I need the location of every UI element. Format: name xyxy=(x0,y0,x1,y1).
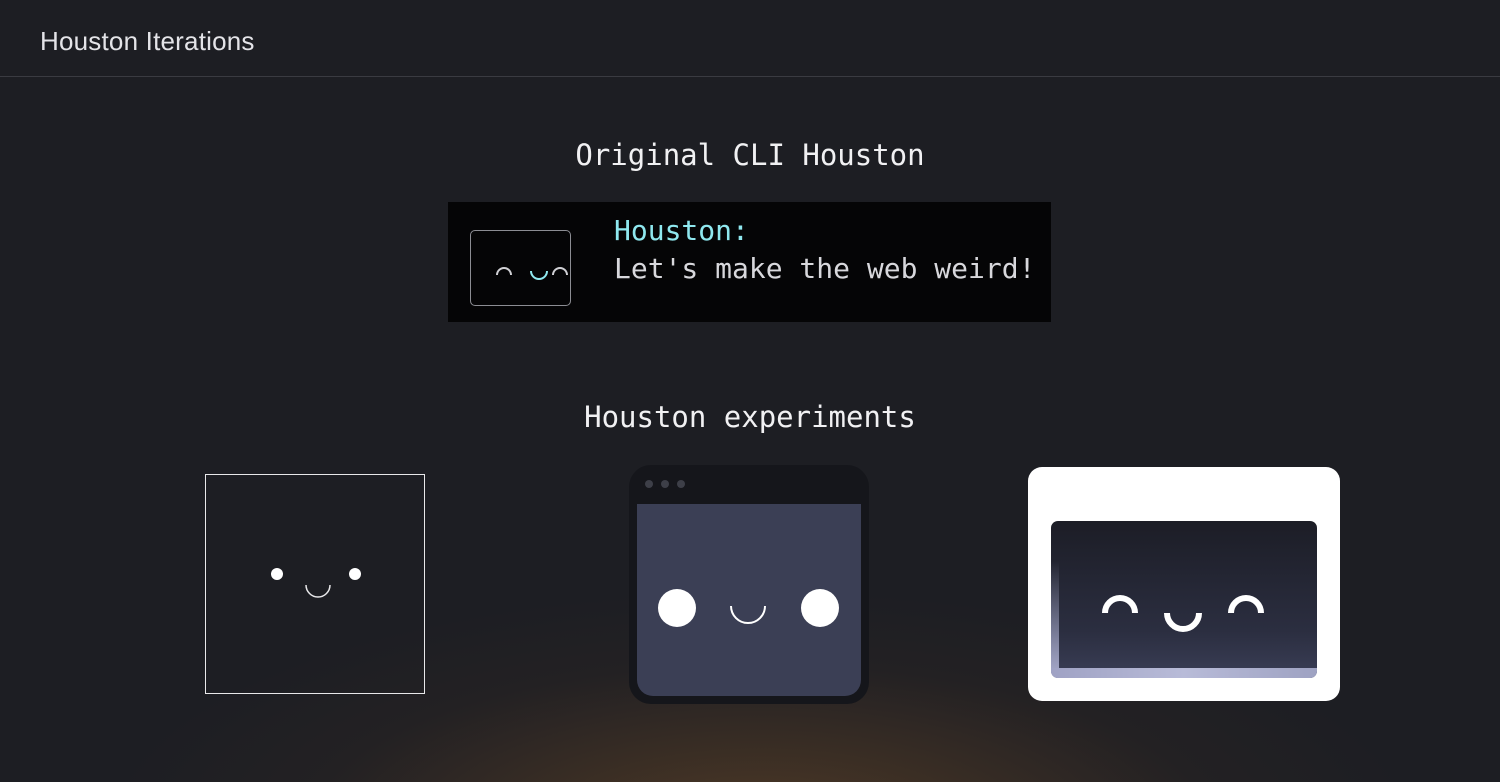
right-eye-icon xyxy=(349,568,361,580)
window-face-icon xyxy=(658,589,839,627)
card-screen xyxy=(1051,521,1317,678)
cli-speaker-label: Houston: xyxy=(614,214,749,247)
experiment-outline-face xyxy=(205,474,425,694)
window-dot-icon xyxy=(677,480,685,488)
left-eye-icon xyxy=(658,589,696,627)
cli-face-icon xyxy=(496,267,568,280)
card-face-icon xyxy=(1102,595,1264,632)
experiment-card-face xyxy=(1028,467,1340,701)
site-title[interactable]: Houston Iterations xyxy=(40,26,255,57)
right-eye-icon xyxy=(801,589,839,627)
outline-face-icon xyxy=(271,568,361,598)
left-eye-icon xyxy=(1102,595,1138,614)
right-eye-icon xyxy=(552,267,568,276)
header-bar: Houston Iterations xyxy=(0,0,1500,77)
window-screen xyxy=(637,504,861,696)
left-eye-icon xyxy=(496,267,512,276)
mouth-icon xyxy=(530,270,548,280)
section-title-original: Original CLI Houston xyxy=(575,138,925,172)
window-dot-icon xyxy=(645,480,653,488)
cli-message-text: Let's make the web weird! xyxy=(614,252,1036,285)
left-eye-icon xyxy=(271,568,283,580)
window-dot-icon xyxy=(661,480,669,488)
mouth-icon xyxy=(1164,612,1202,632)
cli-panel: Houston: Let's make the web weird! xyxy=(448,202,1051,322)
experiment-window-face xyxy=(629,465,869,704)
right-eye-icon xyxy=(1228,595,1264,614)
cli-houston-face xyxy=(470,230,571,306)
mouth-icon xyxy=(305,584,331,598)
mouth-icon xyxy=(730,605,766,624)
section-title-experiments: Houston experiments xyxy=(584,400,916,434)
